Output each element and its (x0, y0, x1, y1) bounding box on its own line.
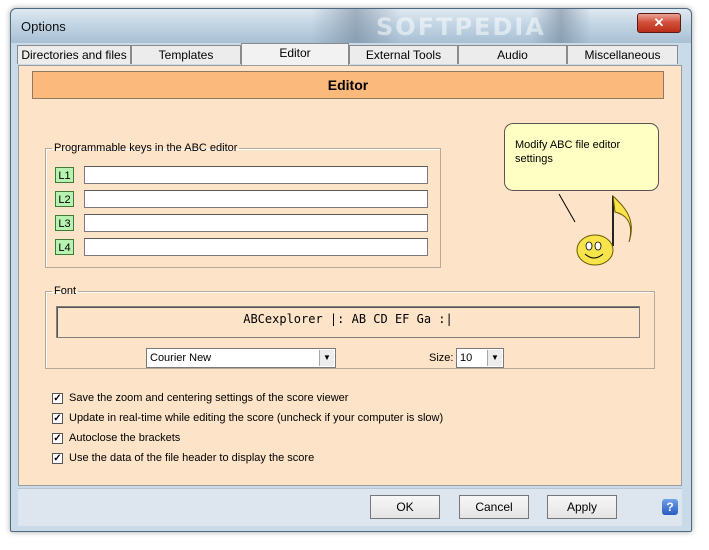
key-label-l4: L4 (55, 239, 74, 255)
help-button[interactable]: ? (662, 499, 678, 515)
chevron-down-icon[interactable]: ▼ (487, 350, 502, 366)
tab-editor[interactable]: Editor (241, 43, 349, 65)
note-flag (612, 194, 632, 243)
tab-audio[interactable]: Audio (458, 45, 567, 64)
cancel-button[interactable]: Cancel (459, 495, 529, 519)
tooltip-text: Modify ABC file editor settings (515, 139, 621, 165)
button-bar: OK Cancel Apply ? (18, 488, 682, 526)
apply-button[interactable]: Apply (547, 495, 617, 519)
music-note-mascot-icon (558, 193, 632, 266)
option-label: Autoclose the brackets (69, 432, 181, 444)
tab-directories-and-files[interactable]: Directories and files (17, 45, 131, 64)
key-input-l1[interactable] (84, 166, 428, 184)
font-name-value: Courier New (150, 352, 212, 364)
font-size-value: 10 (460, 352, 473, 364)
watermark-text: SOFTPEDIA (376, 13, 546, 41)
checkbox-save-zoom[interactable]: ✓ (52, 393, 63, 404)
font-size-label: Size: (429, 352, 454, 364)
font-legend: Font (54, 285, 77, 297)
chevron-down-icon[interactable]: ▼ (319, 350, 334, 366)
tab-external-tools[interactable]: External Tools (349, 45, 458, 64)
editor-panel: Editor Programmable keys in the ABC edit… (18, 65, 682, 486)
tab-bar: Directories and files Templates Editor E… (17, 43, 685, 65)
options-window: Options SOFTPEDIA ✕ Directories and file… (10, 8, 692, 532)
key-label-l3: L3 (55, 215, 74, 231)
close-button[interactable]: ✕ (637, 13, 681, 33)
tab-templates[interactable]: Templates (131, 45, 241, 64)
checkbox-autoclose-brackets[interactable]: ✓ (52, 433, 63, 444)
key-input-l2[interactable] (84, 190, 428, 208)
key-input-l3[interactable] (84, 214, 428, 232)
note-eye-left (585, 241, 593, 251)
panel-header: Editor (32, 71, 664, 99)
note-head (576, 234, 614, 266)
key-label-l2: L2 (55, 191, 74, 207)
option-label: Use the data of the file header to displ… (69, 452, 315, 464)
checkbox-realtime-update[interactable]: ✓ (52, 413, 63, 424)
option-label: Save the zoom and centering settings of … (69, 392, 349, 404)
checkbox-use-file-header[interactable]: ✓ (52, 453, 63, 464)
programmable-keys-legend: Programmable keys in the ABC editor (54, 142, 238, 154)
tab-miscellaneous[interactable]: Miscellaneous (567, 45, 678, 64)
font-size-select[interactable]: 10 ▼ (456, 348, 504, 368)
note-eye-right (594, 241, 602, 251)
tooltip-pointer (558, 193, 576, 223)
window-title: Options (21, 19, 66, 34)
ok-button[interactable]: OK (370, 495, 440, 519)
tooltip-bubble: Modify ABC file editor settings (504, 123, 659, 191)
key-input-l4[interactable] (84, 238, 428, 256)
option-label: Update in real-time while editing the sc… (69, 412, 444, 424)
font-preview-box: ABCexplorer |: AB CD EF Ga :| (56, 306, 640, 338)
font-name-select[interactable]: Courier New ▼ (146, 348, 336, 368)
title-bar[interactable]: Options SOFTPEDIA ✕ (11, 9, 691, 43)
key-label-l1: L1 (55, 167, 74, 183)
close-icon: ✕ (653, 15, 665, 30)
help-icon: ? (666, 500, 674, 514)
